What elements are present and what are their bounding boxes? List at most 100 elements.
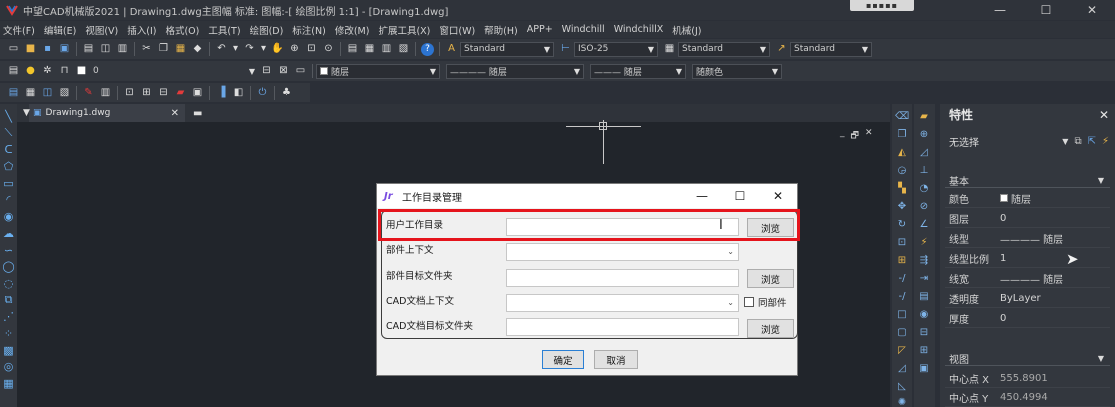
- ellipse-icon[interactable]: ◯: [2, 260, 16, 273]
- save-icon[interactable]: ▪: [41, 43, 54, 56]
- menu-view[interactable]: 视图(V): [85, 23, 118, 37]
- multileader-style-select[interactable]: Standard ▼: [790, 41, 872, 57]
- layer-state-icon[interactable]: ▭: [294, 65, 307, 78]
- mech-tool-10-icon[interactable]: ▰: [174, 86, 187, 99]
- mech-tool-3-icon[interactable]: ◫: [41, 86, 54, 99]
- layer-color-icon[interactable]: ■: [75, 65, 88, 78]
- make-block-icon[interactable]: ⋰: [2, 310, 16, 323]
- undo-dropdown-icon[interactable]: ▾: [232, 43, 239, 56]
- dim-radius-icon[interactable]: ◔: [917, 182, 931, 195]
- dim-angular-icon[interactable]: ∠: [917, 218, 931, 231]
- region-icon[interactable]: ◎: [2, 360, 16, 373]
- properties-icon[interactable]: ▤: [346, 43, 359, 56]
- menu-format[interactable]: 格式(O): [165, 23, 199, 37]
- layer-previous-icon[interactable]: ⊠: [277, 65, 290, 78]
- dim-ordinate-icon[interactable]: ⊥: [917, 164, 931, 177]
- minimize-button[interactable]: —: [977, 0, 1023, 20]
- prop-row-linetype[interactable]: 线型 ———— 随层: [945, 229, 1110, 248]
- prop-row-color[interactable]: 颜色 随层: [945, 189, 1110, 208]
- tab-menu-chevron-icon[interactable]: ▼: [23, 108, 30, 118]
- menu-help[interactable]: 帮助(H): [484, 23, 518, 37]
- select-objects-icon[interactable]: ⇱: [1088, 136, 1096, 147]
- ribbon-toggle-icon[interactable]: ▪▪▪▪▪: [850, 0, 914, 11]
- dim-space-icon[interactable]: ▤: [917, 290, 931, 303]
- move-icon[interactable]: ✥: [895, 200, 909, 213]
- mech-tool-2-icon[interactable]: ▦: [24, 86, 37, 99]
- menu-ext-tools[interactable]: 扩展工具(X): [378, 23, 430, 37]
- publish-icon[interactable]: ▥: [116, 43, 129, 56]
- stretch-icon[interactable]: ⊞: [895, 254, 909, 267]
- arc-icon[interactable]: ◜: [2, 193, 16, 206]
- cad-target-folder-input[interactable]: [506, 318, 739, 336]
- design-center-icon[interactable]: ▦: [363, 43, 376, 56]
- tolerance-icon[interactable]: ⊟: [917, 326, 931, 339]
- cad-context-select[interactable]: ⌄: [506, 294, 739, 312]
- close-properties-icon[interactable]: ✕: [1099, 108, 1109, 122]
- point-icon[interactable]: ⁘: [2, 327, 16, 340]
- erase-icon[interactable]: ⌫: [895, 110, 909, 123]
- offset-icon[interactable]: ◶: [895, 164, 909, 177]
- table-style-select[interactable]: Standard ▼: [678, 41, 770, 57]
- tab-drawing1[interactable]: ▣ Drawing1.dwg ✕: [29, 104, 185, 122]
- fillet-icon[interactable]: ◿: [895, 362, 909, 375]
- make-current-layer-icon[interactable]: ⊟: [260, 65, 273, 78]
- mirror-icon[interactable]: ◭: [895, 146, 909, 159]
- menu-mechanical[interactable]: 机械(J): [672, 23, 701, 37]
- dim-edit-icon[interactable]: ▣: [917, 362, 931, 375]
- ok-button[interactable]: 确定: [542, 350, 584, 369]
- power-icon[interactable]: ⏻: [256, 86, 269, 99]
- selection-select[interactable]: 无选择 ▼ ⧉ ⇱ ⚡: [949, 133, 1109, 149]
- drawing-close-button[interactable]: ✕: [865, 128, 873, 144]
- mech-tool-12-icon[interactable]: ▐: [215, 86, 228, 99]
- prop-row-lineweight[interactable]: 线宽 ———— 随层: [945, 269, 1110, 288]
- ellipse-arc-icon[interactable]: ◌: [2, 277, 16, 290]
- dialog-maximize-button[interactable]: ☐: [721, 189, 759, 203]
- undo-icon[interactable]: ↶: [215, 43, 228, 56]
- chamfer-icon[interactable]: ◸: [895, 344, 909, 357]
- layer-manager-icon[interactable]: ▤: [7, 65, 20, 78]
- copy-icon[interactable]: ❐: [157, 43, 170, 56]
- close-tab-icon[interactable]: ✕: [171, 108, 179, 119]
- part-target-folder-input[interactable]: [506, 269, 739, 287]
- menu-draw[interactable]: 绘图(D): [250, 23, 284, 37]
- polyline-icon[interactable]: ᑕ: [2, 143, 16, 156]
- extend-icon[interactable]: -/: [895, 290, 909, 303]
- rotate-icon[interactable]: ↻: [895, 218, 909, 231]
- dim-style-select[interactable]: ISO-25 ▼: [574, 41, 658, 57]
- print-preview-icon[interactable]: ◫: [99, 43, 112, 56]
- mech-tool-13-icon[interactable]: ◧: [232, 86, 245, 99]
- menu-insert[interactable]: 插入(I): [127, 23, 156, 37]
- copy-object-icon[interactable]: ❐: [895, 128, 909, 141]
- color-select[interactable]: 随层 ▼: [316, 63, 440, 79]
- print-icon[interactable]: ▤: [82, 43, 95, 56]
- quick-select-icon[interactable]: ⚡: [1102, 136, 1109, 147]
- mech-tool-7-icon[interactable]: ⊡: [123, 86, 136, 99]
- dim-baseline-icon[interactable]: ⇶: [917, 254, 931, 267]
- explode-icon[interactable]: ◺: [895, 380, 909, 393]
- match-properties-icon[interactable]: ◆: [191, 43, 204, 56]
- break-icon[interactable]: □: [895, 308, 909, 321]
- open-file-icon[interactable]: ■: [24, 43, 37, 56]
- circle-icon[interactable]: ◉: [2, 210, 16, 223]
- part-context-select[interactable]: ⌄: [506, 243, 739, 261]
- section-view[interactable]: 视图 ▼: [945, 351, 1110, 366]
- join-icon[interactable]: ▢: [895, 326, 909, 339]
- cad-target-browse-button[interactable]: 浏览: [747, 319, 794, 338]
- mech-tool-11-icon[interactable]: ▣: [191, 86, 204, 99]
- zoom-window-icon[interactable]: ⊡: [305, 43, 318, 56]
- part-target-browse-button[interactable]: 浏览: [747, 269, 794, 288]
- dialog-close-button[interactable]: ✕: [759, 189, 797, 203]
- dim-break-icon[interactable]: ◉: [917, 308, 931, 321]
- mech-tool-9-icon[interactable]: ⊟: [157, 86, 170, 99]
- section-basic[interactable]: 基本 ▼: [945, 173, 1110, 188]
- text-style-select[interactable]: Standard ▼: [460, 41, 554, 57]
- dim-continue-icon[interactable]: ⇥: [917, 272, 931, 285]
- menu-windchill[interactable]: Windchill: [562, 24, 605, 35]
- toggle-pickadd-icon[interactable]: ⧉: [1074, 136, 1081, 147]
- mech-tool-8-icon[interactable]: ⊞: [140, 86, 153, 99]
- hatch-icon[interactable]: ▩: [2, 344, 16, 357]
- users-icon[interactable]: ♣: [280, 86, 293, 99]
- dim-linear-icon[interactable]: ▰: [917, 110, 931, 123]
- new-file-icon[interactable]: ▭: [7, 43, 20, 56]
- linetype-select[interactable]: ———— 随层 ▼: [446, 63, 584, 79]
